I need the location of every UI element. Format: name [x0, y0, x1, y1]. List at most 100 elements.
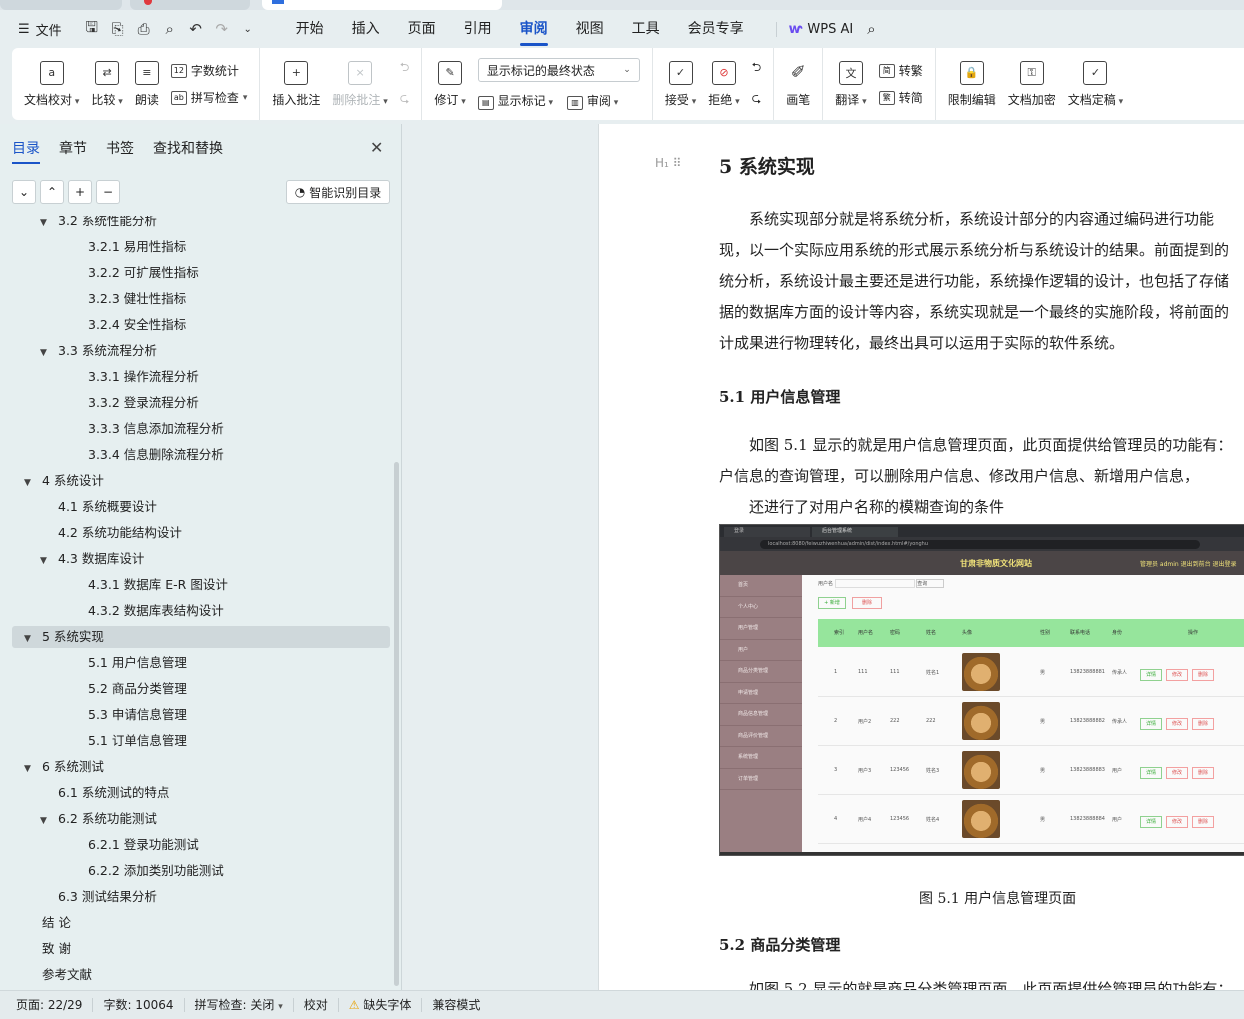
toc-item[interactable]: ▼ 6 系统测试	[12, 756, 390, 778]
document-page[interactable]: H₁ ⠿ 5 系统实现 系统实现部分就是将系统分析，系统设计部分的内容通过编码进…	[598, 124, 1244, 990]
expand-triangle-icon[interactable]: ▼	[40, 216, 52, 234]
insert-comment-button[interactable]: + 插入批注	[266, 48, 326, 120]
prev-comment-icon[interactable]: ⮌	[400, 58, 410, 79]
toc-item[interactable]: ▼ 4.3 数据库设计	[12, 548, 390, 570]
nav-scrollbar[interactable]	[394, 462, 399, 986]
tab-member[interactable]: 会员专享	[674, 10, 758, 48]
read-aloud-button[interactable]: ≡ 朗读	[129, 48, 165, 120]
next-comment-icon[interactable]: ⮎	[400, 89, 410, 110]
window-tab-active[interactable]	[262, 0, 502, 10]
chevron-down-icon[interactable]: ⌄	[12, 180, 36, 204]
toc-item[interactable]: 4.2 系统功能结构设计	[12, 522, 390, 544]
accept-button[interactable]: ✓ 接受 ▾	[659, 48, 702, 120]
undo-icon[interactable]: ↶	[188, 20, 204, 38]
wps-ai-button[interactable]: ⱳ WPS AI	[775, 21, 853, 37]
toc-item[interactable]: 4.1 系统概要设计	[12, 496, 390, 518]
expand-triangle-icon[interactable]: ▼	[40, 342, 52, 364]
tab-home[interactable]: 开始	[282, 10, 338, 48]
print-preview-icon[interactable]: ⌕	[162, 20, 178, 38]
word-count-button[interactable]: 12 字数统计	[170, 62, 248, 79]
restrict-edit-button[interactable]: 🔒 限制编辑	[942, 48, 1002, 120]
markup-mode-select[interactable]: 显示标记的最终状态 ⌄	[477, 58, 640, 83]
toc-item[interactable]: 3.2.1 易用性指标	[12, 236, 390, 258]
revise-button[interactable]: ✎ 修订 ▾	[428, 48, 471, 120]
share-icon[interactable]: ⎘	[110, 20, 126, 38]
missing-font-status[interactable]: ⚠ 缺失字体	[339, 998, 423, 1012]
doc-check-button[interactable]: a 文档校对 ▾	[18, 48, 85, 120]
toc-item[interactable]: 4.3.2 数据库表结构设计	[12, 600, 390, 622]
doc-finalize-button[interactable]: ✓ 文档定稿 ▾	[1062, 48, 1129, 120]
review-pane-button[interactable]: ▥ 审阅 ▾	[567, 92, 618, 110]
proof-status[interactable]: 校对	[294, 998, 339, 1012]
toc-item[interactable]: ▼ 4 系统设计	[12, 470, 390, 492]
toc-item[interactable]: 5.1 用户信息管理	[12, 652, 390, 674]
nav-tab-find-replace[interactable]: 查找和替换	[153, 138, 223, 164]
toc-item[interactable]: 5.3 申请信息管理	[12, 704, 390, 726]
toc-item[interactable]: 3.2.2 可扩展性指标	[12, 262, 390, 284]
page-indicator[interactable]: 页面: 22/29	[0, 998, 94, 1012]
compare-button[interactable]: ⇄ 比较 ▾	[85, 48, 128, 120]
toc-item[interactable]: 3.2.4 安全性指标	[12, 314, 390, 336]
translate-button[interactable]: 文 翻译 ▾	[829, 48, 872, 120]
toc-item[interactable]: ▼ 6.2 系统功能测试	[12, 808, 390, 830]
smart-toc-button[interactable]: ◔ 智能识别目录	[286, 180, 390, 204]
minus-icon[interactable]: −	[96, 180, 120, 204]
tab-tools[interactable]: 工具	[618, 10, 674, 48]
to-traditional-button[interactable]: 简转繁	[878, 62, 923, 79]
toc-item[interactable]: 3.3.4 信息删除流程分析	[12, 444, 390, 466]
spell-check-button[interactable]: ab 拼写检查 ▾	[170, 89, 247, 106]
save-icon[interactable]: 🖫	[84, 17, 100, 42]
toc-item[interactable]: 6.3 测试结果分析	[12, 886, 390, 908]
window-tab[interactable]	[130, 0, 250, 10]
toc-item[interactable]: ▼ 5 系统实现	[12, 626, 390, 648]
to-simplified-button[interactable]: 繁转简	[878, 89, 923, 106]
expand-triangle-icon[interactable]: ▼	[24, 758, 36, 780]
toc-item[interactable]: 3.3.2 登录流程分析	[12, 392, 390, 414]
heading-drag-handle-icon[interactable]: H₁ ⠿	[655, 156, 681, 170]
toc-item[interactable]: 6.1 系统测试的特点	[12, 782, 390, 804]
tab-review[interactable]: 审阅	[506, 10, 562, 48]
toc-item[interactable]: ▼ 3.2 系统性能分析	[12, 216, 390, 232]
spell-check-status[interactable]: 拼写检查: 关闭 ▾	[185, 998, 294, 1012]
toc-item[interactable]: 致 谢	[12, 938, 390, 960]
print-icon[interactable]: ⎙	[136, 20, 152, 38]
nav-tab-chapters[interactable]: 章节	[59, 138, 87, 164]
doc-encrypt-button[interactable]: ⚿ 文档加密	[1002, 48, 1062, 120]
toc-item[interactable]: 6.2.1 登录功能测试	[12, 834, 390, 856]
toc-item[interactable]: ▼ 3.3 系统流程分析	[12, 340, 390, 362]
toc-item[interactable]: 结 论	[12, 912, 390, 934]
tab-page[interactable]: 页面	[394, 10, 450, 48]
toc-item[interactable]: 5.2 商品分类管理	[12, 678, 390, 700]
expand-triangle-icon[interactable]: ▼	[40, 550, 52, 572]
file-menu[interactable]: ☰ 文件	[18, 20, 62, 39]
tab-insert[interactable]: 插入	[338, 10, 394, 48]
expand-triangle-icon[interactable]: ▼	[40, 810, 52, 832]
chevron-up-icon[interactable]: ⌃	[40, 180, 64, 204]
toc-item[interactable]: 5.1 订单信息管理	[12, 730, 390, 752]
toc-item[interactable]: 3.3.1 操作流程分析	[12, 366, 390, 388]
chevron-down-icon[interactable]: ⌄	[240, 24, 256, 35]
toc-item[interactable]: 3.3.3 信息添加流程分析	[12, 418, 390, 440]
toc-item[interactable]: 参考文献	[12, 964, 390, 986]
delete-comment-button[interactable]: × 删除批注 ▾	[326, 48, 393, 120]
show-markup-button[interactable]: ▤ 显示标记 ▾	[477, 92, 553, 110]
reject-button[interactable]: ⊘ 拒绝 ▾	[702, 48, 745, 120]
search-icon[interactable]: ⌕	[867, 20, 875, 38]
toc-item[interactable]: 6.2.2 添加类别功能测试	[12, 860, 390, 882]
figure-screenshot[interactable]: 登录 后台管理系统 localhost:8080/feiwuzhiwenhua/…	[719, 524, 1244, 856]
redo-icon[interactable]: ↷	[214, 20, 230, 38]
window-tab[interactable]	[0, 0, 122, 10]
tab-references[interactable]: 引用	[450, 10, 506, 48]
word-count-indicator[interactable]: 字数: 10064	[93, 998, 185, 1012]
prev-change-icon[interactable]: ⮌	[752, 58, 762, 79]
toc-item[interactable]: 4.3.1 数据库 E-R 图设计	[12, 574, 390, 596]
expand-triangle-icon[interactable]: ▼	[24, 628, 36, 650]
next-change-icon[interactable]: ⮎	[752, 89, 762, 110]
nav-tab-toc[interactable]: 目录	[12, 138, 40, 164]
nav-tab-bookmarks[interactable]: 书签	[106, 138, 134, 164]
expand-triangle-icon[interactable]: ▼	[24, 472, 36, 494]
plus-icon[interactable]: +	[68, 180, 92, 204]
toc-item[interactable]: 3.2.3 健壮性指标	[12, 288, 390, 310]
close-icon[interactable]: ✕	[370, 138, 383, 157]
tab-view[interactable]: 视图	[562, 10, 618, 48]
